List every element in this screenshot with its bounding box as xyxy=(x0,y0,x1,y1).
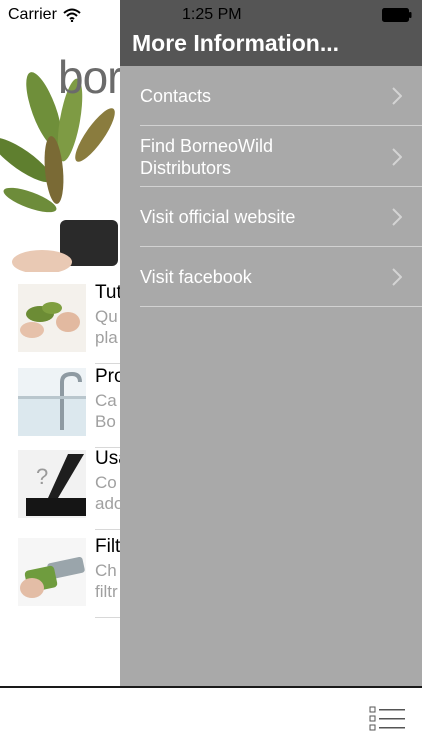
menu-item-contacts[interactable]: Contacts xyxy=(120,66,422,126)
menu-item-find-distributors[interactable]: Find BorneoWild Distributors xyxy=(120,126,422,187)
app-screen: Carrier bor Tut Qu pla Pro Ca Bo ? Usa C… xyxy=(0,0,422,750)
row-thumbnail xyxy=(18,284,86,352)
menu-item-label: Find BorneoWild Distributors xyxy=(140,135,274,178)
list-menu-icon[interactable] xyxy=(368,704,408,734)
status-bar-right: 1:25 PM xyxy=(120,0,422,30)
brand-logo-text: bor xyxy=(58,51,120,103)
status-bar-left: Carrier xyxy=(0,0,120,30)
list-item[interactable]: Pro Ca Bo xyxy=(0,362,135,448)
menu-item-label: Visit facebook xyxy=(140,267,252,287)
bottom-toolbar xyxy=(0,686,422,750)
hero-image: bor xyxy=(0,40,120,272)
chevron-right-icon xyxy=(392,147,402,166)
row-subtitle: Ch filtr xyxy=(95,561,118,601)
wifi-icon xyxy=(63,8,81,22)
carrier-label: Carrier xyxy=(8,6,57,23)
row-subtitle: Qu pla xyxy=(95,307,118,347)
row-thumbnail: ? xyxy=(18,450,86,518)
battery-icon xyxy=(382,8,412,22)
row-title: Tut xyxy=(95,282,122,303)
menu-item-facebook[interactable]: Visit facebook xyxy=(120,247,422,307)
list-item[interactable]: Tut Qu pla xyxy=(0,278,135,364)
list-item[interactable]: ? Usa Co ado xyxy=(0,444,135,530)
menu-item-label: Visit official website xyxy=(140,207,296,227)
row-title: Filt xyxy=(95,536,121,557)
chevron-right-icon xyxy=(392,87,402,105)
drawer-title: More Information... xyxy=(132,30,339,56)
side-drawer: 1:25 PM More Information... Contacts Fin… xyxy=(120,0,422,686)
menu-item-official-website[interactable]: Visit official website xyxy=(120,187,422,247)
svg-text:?: ? xyxy=(36,464,48,489)
row-subtitle: Ca Bo xyxy=(95,391,117,431)
drawer-header: 1:25 PM More Information... xyxy=(120,0,422,66)
status-time: 1:25 PM xyxy=(182,6,242,23)
chevron-right-icon xyxy=(392,268,402,286)
row-thumbnail xyxy=(18,538,86,606)
menu-item-label: Contacts xyxy=(140,86,212,106)
row-thumbnail xyxy=(18,368,86,436)
list-item[interactable]: Filt Ch filtr xyxy=(0,532,135,618)
drawer-menu-list: Contacts Find BorneoWild Distributors Vi… xyxy=(120,66,422,307)
chevron-right-icon xyxy=(392,208,402,226)
